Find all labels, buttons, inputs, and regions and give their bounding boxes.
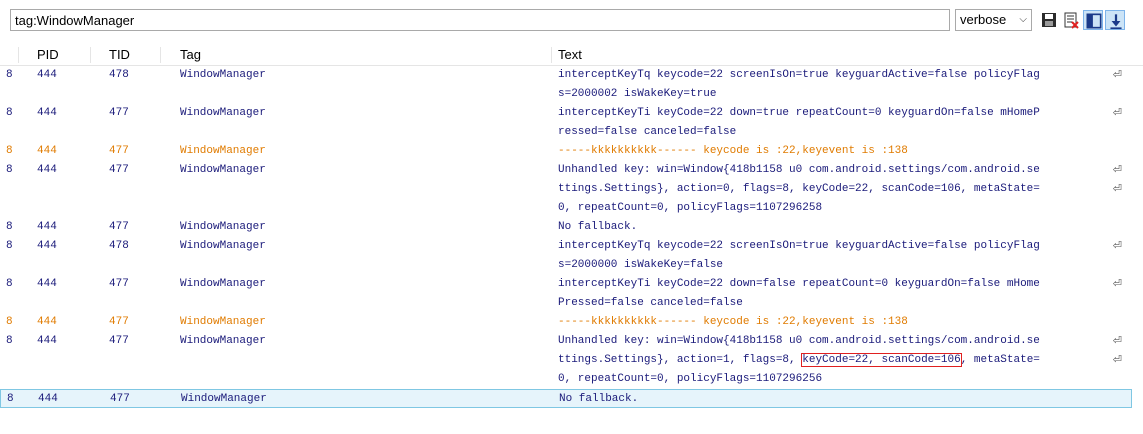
toggle-columns-button[interactable] <box>1083 10 1103 30</box>
tag-cell: WindowManager <box>180 221 266 233</box>
log-text-line: ttings.Settings}, action=1, flags=8, key… <box>558 351 1040 370</box>
log-level-cell: 8 <box>7 393 14 405</box>
log-level-cell: 8 <box>6 164 13 176</box>
log-text-line: 0, repeatCount=0, policyFlags=1107296256 <box>558 373 823 385</box>
tid-cell: 477 <box>109 107 129 119</box>
chevron-down-icon: ⌵ <box>1019 14 1027 25</box>
column-header-tag[interactable]: Tag <box>180 44 201 65</box>
word-wrap-icon: ⏎ <box>1112 182 1122 195</box>
pid-cell: 444 <box>37 221 57 233</box>
log-text-line: Pressed=false canceled=false <box>558 297 743 309</box>
tag-cell: WindowManager <box>180 335 266 347</box>
log-text-line: interceptKeyTi keyCode=22 down=true repe… <box>558 107 1040 119</box>
toggle-columns-icon <box>1086 13 1102 29</box>
scroll-lock-icon <box>1110 14 1122 30</box>
tid-cell: 477 <box>109 316 129 328</box>
column-header-tid[interactable]: TID <box>109 44 130 65</box>
log-level-cell: 8 <box>6 69 13 81</box>
pid-cell: 444 <box>37 335 57 347</box>
log-text-line: ressed=false canceled=false <box>558 126 737 138</box>
tag-cell: WindowManager <box>180 278 266 290</box>
pid-cell: 444 <box>37 240 57 252</box>
scroll-lock-button[interactable] <box>1105 10 1125 30</box>
log-level-select[interactable]: verbose ⌵ <box>955 9 1032 31</box>
word-wrap-icon: ⏎ <box>1112 353 1122 366</box>
word-wrap-icon: ⏎ <box>1112 239 1122 252</box>
log-level-value: verbose <box>960 12 1007 27</box>
log-row[interactable]: 8 444 477 WindowManager interceptKeyTi keyCo… <box>0 275 1132 313</box>
log-text-line: s=2000000 isWakeKey=false <box>558 259 724 271</box>
log-header: PID TID Tag Text <box>0 44 1143 66</box>
log-row[interactable]: 8 444 477 WindowManager No fallback. <box>0 389 1132 408</box>
clear-log-button[interactable] <box>1061 10 1081 30</box>
tag-cell: WindowManager <box>180 240 266 252</box>
word-wrap-icon: ⏎ <box>1112 334 1122 347</box>
log-level-cell: 8 <box>6 240 13 252</box>
log-level-cell: 8 <box>6 221 13 233</box>
pid-cell: 444 <box>37 69 57 81</box>
log-text-line: ttings.Settings}, action=0, flags=8, key… <box>558 183 1040 195</box>
pid-cell: 444 <box>37 316 57 328</box>
tid-cell: 477 <box>109 164 129 176</box>
log-text-line: No fallback. <box>558 221 638 233</box>
log-text-line: 0, repeatCount=0, policyFlags=1107296258 <box>558 202 823 214</box>
log-level-cell: 8 <box>6 145 13 157</box>
word-wrap-icon: ⏎ <box>1112 68 1122 81</box>
tid-cell: 477 <box>109 278 129 290</box>
tag-cell: WindowManager <box>181 393 267 405</box>
tag-cell: WindowManager <box>180 316 266 328</box>
log-text-segment: ttings.Settings}, action=1, flags=8, <box>558 354 803 366</box>
save-icon <box>1042 13 1056 27</box>
word-wrap-icon: ⏎ <box>1112 106 1122 119</box>
log-row[interactable]: 8 444 477 WindowManager -----kkkkkkkkkk-----… <box>0 142 1132 161</box>
pid-cell: 444 <box>38 393 58 405</box>
column-header-pid[interactable]: PID <box>37 44 59 65</box>
log-level-cell: 8 <box>6 107 13 119</box>
tid-cell: 477 <box>110 393 130 405</box>
word-wrap-icon: ⏎ <box>1112 163 1122 176</box>
tid-cell: 478 <box>109 240 129 252</box>
save-button[interactable] <box>1039 10 1059 30</box>
tag-cell: WindowManager <box>180 69 266 81</box>
log-text-line: -----kkkkkkkkkk------ keycode is :22,key… <box>558 316 908 328</box>
log-row[interactable]: 8 444 477 WindowManager No fallback. <box>0 218 1132 237</box>
tid-cell: 477 <box>109 145 129 157</box>
pid-cell: 444 <box>37 145 57 157</box>
word-wrap-icon: ⏎ <box>1112 277 1122 290</box>
log-text-line: Unhandled key: win=Window{418b1158 u0 co… <box>558 335 1040 347</box>
log-text-line: interceptKeyTq keycode=22 screenIsOn=tru… <box>558 69 1040 81</box>
tid-cell: 478 <box>109 69 129 81</box>
log-row[interactable]: 8 444 477 WindowManager interceptKeyTi keyCo… <box>0 104 1132 142</box>
log-row[interactable]: 8 444 477 WindowManager Unhandled key: win=W… <box>0 332 1132 389</box>
log-row[interactable]: 8 444 477 WindowManager Unhandled key: win=W… <box>0 161 1132 218</box>
log-text-segment: , metaState= <box>960 354 1040 366</box>
tag-cell: WindowManager <box>180 164 266 176</box>
toolbar: verbose ⌵ <box>0 0 1143 40</box>
log-text-line: Unhandled key: win=Window{418b1158 u0 co… <box>558 164 1040 176</box>
log-text-line: s=2000002 isWakeKey=true <box>558 88 717 100</box>
tid-cell: 477 <box>109 221 129 233</box>
pid-cell: 444 <box>37 107 57 119</box>
log-text-line: -----kkkkkkkkkk------ keycode is :22,key… <box>558 145 908 157</box>
log-row[interactable]: 8 444 477 WindowManager -----kkkkkkkkkk-----… <box>0 313 1132 332</box>
column-header-text[interactable]: Text <box>558 44 582 65</box>
pid-cell: 444 <box>37 278 57 290</box>
pid-cell: 444 <box>37 164 57 176</box>
log-level-cell: 8 <box>6 316 13 328</box>
tag-cell: WindowManager <box>180 107 266 119</box>
log-level-cell: 8 <box>6 335 13 347</box>
tid-cell: 477 <box>109 335 129 347</box>
log-text-line: No fallback. <box>559 393 639 405</box>
highlighted-keycode-annotation: keyCode=22, scanCode=106 <box>801 353 962 367</box>
log-text-line: interceptKeyTq keycode=22 screenIsOn=tru… <box>558 240 1040 252</box>
filter-input[interactable] <box>10 9 950 31</box>
clear-log-icon <box>1064 12 1079 29</box>
log-text-line: interceptKeyTi keyCode=22 down=false rep… <box>558 278 1040 290</box>
log-level-cell: 8 <box>6 278 13 290</box>
log-row[interactable]: 8 444 478 WindowManager interceptKeyTq keyco… <box>0 66 1132 104</box>
tag-cell: WindowManager <box>180 145 266 157</box>
log-row[interactable]: 8 444 478 WindowManager interceptKeyTq keyco… <box>0 237 1132 275</box>
